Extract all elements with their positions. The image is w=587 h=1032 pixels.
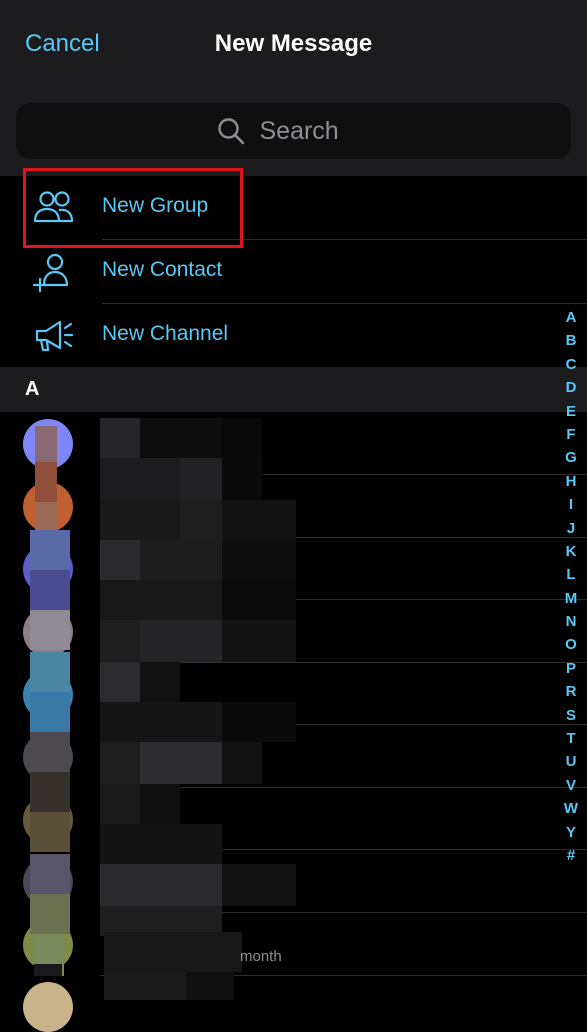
redaction-block — [222, 540, 296, 580]
redaction-block — [222, 580, 296, 620]
redaction-block — [30, 812, 70, 852]
redaction-block — [140, 662, 180, 702]
index-letter[interactable]: J — [567, 517, 575, 540]
redaction-block — [222, 620, 296, 662]
redaction-block — [222, 500, 296, 540]
redaction-block — [100, 580, 222, 620]
redaction-block — [222, 742, 262, 784]
index-letter[interactable]: Y — [566, 821, 576, 844]
index-letter[interactable]: F — [566, 423, 575, 446]
index-letter[interactable]: O — [565, 633, 577, 656]
redaction-block — [34, 964, 62, 976]
index-letter[interactable]: E — [566, 400, 576, 423]
search-bar[interactable] — [16, 103, 571, 159]
index-letter[interactable]: U — [566, 750, 577, 773]
new-contact-label: New Contact — [102, 258, 223, 281]
index-letter[interactable]: # — [567, 844, 575, 867]
redaction-block — [180, 500, 222, 540]
redaction-block — [30, 610, 70, 650]
redaction-block — [222, 864, 296, 906]
index-letter[interactable]: P — [566, 657, 576, 680]
index-letter[interactable]: W — [564, 797, 578, 820]
new-channel-label: New Channel — [102, 322, 229, 345]
redaction-block — [100, 742, 140, 784]
redaction-block — [30, 692, 70, 732]
redaction-block — [100, 824, 222, 864]
redaction-block — [100, 864, 222, 906]
redaction-block — [100, 784, 140, 824]
index-letter[interactable]: T — [566, 727, 575, 750]
index-letter[interactable]: K — [566, 540, 577, 563]
redaction-block — [140, 540, 222, 580]
redaction-block — [140, 784, 180, 824]
redaction-block — [104, 972, 186, 1000]
section-header: A — [0, 367, 587, 412]
redaction-block — [30, 570, 70, 610]
search-icon — [217, 118, 244, 145]
redaction-block — [30, 530, 70, 570]
redaction-block — [222, 458, 262, 500]
redaction-block — [140, 418, 222, 458]
index-letter[interactable]: L — [566, 563, 575, 586]
redaction-block — [30, 772, 70, 812]
redaction-block — [186, 972, 234, 1000]
redaction-block — [100, 620, 140, 662]
index-letter[interactable]: D — [566, 376, 577, 399]
redaction-block — [222, 702, 296, 742]
search-input[interactable] — [257, 115, 372, 147]
redaction-block — [104, 932, 242, 972]
avatar[interactable] — [23, 982, 73, 1032]
contact-list[interactable]: month — [0, 412, 587, 1032]
redaction-block — [180, 458, 222, 500]
last-seen-text: month — [240, 948, 282, 965]
redaction-block — [30, 894, 70, 934]
new-channel-item[interactable]: New Channel — [0, 304, 587, 368]
redaction-block — [100, 418, 140, 458]
redaction-block — [100, 662, 140, 702]
megaphone-icon — [35, 320, 74, 352]
index-letter[interactable]: C — [566, 353, 577, 376]
redaction-block — [100, 702, 222, 742]
index-letter[interactable]: M — [565, 587, 578, 610]
redaction-block — [100, 500, 180, 540]
new-contact-item[interactable]: New Contact — [0, 240, 587, 304]
index-letter[interactable]: N — [566, 610, 577, 633]
redaction-block — [222, 418, 262, 458]
nav-header: Cancel New Message — [0, 0, 587, 176]
redaction-block — [30, 652, 70, 692]
redaction-block — [140, 742, 222, 784]
redaction-block — [100, 540, 140, 580]
redaction-block — [30, 854, 70, 894]
redaction-block — [140, 620, 222, 662]
page-title: New Message — [214, 30, 373, 57]
index-letter[interactable]: H — [566, 470, 577, 493]
highlight-box — [23, 168, 243, 248]
index-letter[interactable]: B — [566, 329, 577, 352]
index-letter[interactable]: G — [565, 446, 577, 469]
redaction-block — [35, 462, 57, 502]
index-letter[interactable]: I — [569, 493, 573, 516]
redaction-block — [100, 458, 180, 500]
index-letter[interactable]: S — [566, 704, 576, 727]
index-letter[interactable]: R — [566, 680, 577, 703]
index-letter[interactable]: A — [566, 306, 577, 329]
section-letter: A — [25, 378, 40, 400]
redaction-block — [30, 732, 70, 772]
alphabet-index[interactable]: A B C D E F G H I J K L M N O P R S T U V W Y # — [558, 306, 584, 867]
add-contact-icon — [32, 253, 69, 292]
index-letter[interactable]: V — [566, 774, 576, 797]
